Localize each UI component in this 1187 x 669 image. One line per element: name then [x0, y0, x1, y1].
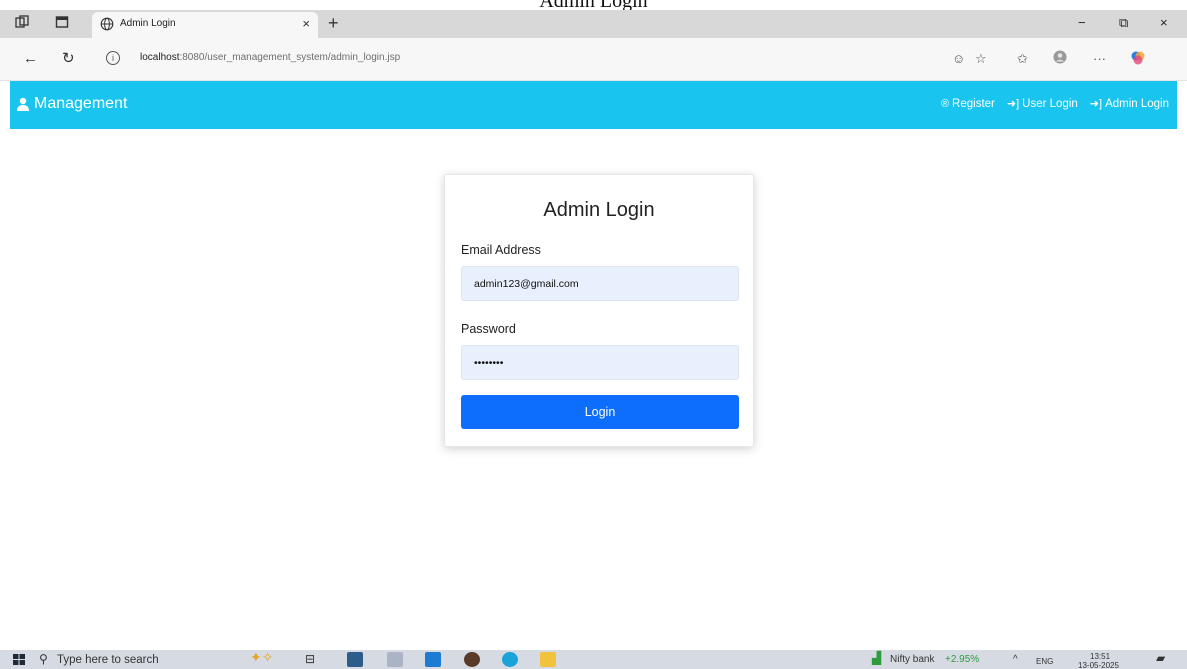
login-button[interactable]: Login: [461, 395, 739, 429]
favorites-icon[interactable]: ✩: [1017, 50, 1028, 68]
nav-user-login-link[interactable]: ➜] User Login: [1007, 96, 1078, 112]
page-content: Admin Login Email Address admin123@gmail…: [10, 129, 1177, 650]
snip-app-icon[interactable]: [387, 652, 403, 667]
clock-date[interactable]: 13-05-2025: [1078, 659, 1119, 669]
brand-text: Management: [34, 95, 128, 112]
nav-register-link[interactable]: ® Register: [941, 96, 995, 112]
app-icon[interactable]: [464, 652, 480, 667]
stock-chart-icon: ▟: [872, 651, 882, 665]
browser-toolbar: ← ↻ i localhost:8080/user_management_sys…: [0, 38, 1187, 81]
task-view-icon[interactable]: ⊟: [305, 653, 315, 666]
caption-text: Admin Login: [0, 0, 1187, 10]
nav-user-login-label: User Login: [1022, 98, 1078, 110]
url-host: localhost: [140, 52, 180, 63]
vscode-icon[interactable]: [425, 652, 441, 667]
password-field[interactable]: ••••••••: [461, 345, 739, 380]
reader-icon[interactable]: ☺: [952, 50, 965, 68]
windows-taskbar: ⚲ Type here to search ✦✧ ⊟ ▟ Nifty bank …: [0, 650, 1187, 669]
workspaces-icon[interactable]: [12, 15, 32, 33]
refresh-icon[interactable]: ↻: [62, 50, 75, 68]
tab-title: Admin Login: [120, 18, 176, 29]
nav-admin-login-label: Admin Login: [1105, 98, 1169, 110]
profile-avatar-icon[interactable]: [1053, 50, 1067, 69]
image-caption: Admin Login: [0, 0, 1187, 10]
user-icon: [17, 97, 29, 111]
copilot-sparkle-icon[interactable]: ✦✧: [250, 650, 273, 664]
globe-icon: [100, 17, 114, 31]
app-navbar: Management ® Register ➜] User Login ➜] A…: [10, 81, 1177, 129]
windows-start-icon[interactable]: [13, 654, 25, 665]
login-card: Admin Login Email Address admin123@gmail…: [444, 174, 754, 447]
file-explorer-icon[interactable]: [540, 652, 556, 667]
taskbar-search-placeholder: Type here to search: [57, 654, 159, 666]
site-info-icon[interactable]: i: [106, 51, 120, 65]
close-window-button[interactable]: ×: [1160, 14, 1168, 32]
address-bar[interactable]: i localhost:8080/user_management_system/…: [100, 45, 1000, 73]
nav-admin-login-link[interactable]: ➜] Admin Login: [1090, 96, 1169, 112]
favorite-star-icon[interactable]: ☆: [975, 50, 987, 68]
url-text: localhost:8080/user_management_system/ad…: [140, 52, 400, 63]
copilot-icon[interactable]: [1130, 50, 1146, 71]
new-tab-button[interactable]: +: [328, 13, 339, 33]
login-card-title: Admin Login: [543, 199, 655, 221]
tray-chevron-icon[interactable]: ^: [1013, 653, 1018, 666]
brand[interactable]: Management: [16, 94, 127, 114]
email-field[interactable]: admin123@gmail.com: [461, 266, 739, 301]
language-indicator[interactable]: ENG: [1036, 655, 1053, 668]
photos-app-icon[interactable]: [347, 652, 363, 667]
tab-actions-icon[interactable]: [52, 15, 72, 33]
tab-close-button[interactable]: ×: [302, 16, 310, 32]
nifty-label[interactable]: Nifty bank: [890, 653, 934, 666]
password-label: Password: [461, 322, 516, 336]
registered-icon: ®: [940, 98, 950, 110]
browser-tab-active[interactable]: Admin Login ×: [92, 12, 318, 38]
restore-button[interactable]: ⧉: [1119, 14, 1128, 32]
nav-links: ® Register ➜] User Login ➜] Admin Login: [941, 96, 1169, 112]
edge-browser-icon[interactable]: [502, 652, 518, 667]
search-icon: ⚲: [39, 652, 48, 666]
sign-in-icon: ➜]: [1006, 98, 1020, 110]
back-arrow-icon[interactable]: ←: [23, 50, 38, 68]
more-menu-icon[interactable]: ···: [1093, 50, 1106, 68]
url-path: :8080/user_management_system/admin_login…: [179, 52, 401, 63]
notifications-icon[interactable]: ▰: [1156, 652, 1165, 665]
nav-register-label: Register: [952, 98, 995, 110]
sign-in-icon: ➜]: [1089, 98, 1103, 110]
screenshot: Admin Login Admin Login × + − ⧉ × ← ↻ i …: [0, 0, 1187, 669]
taskbar-search-box[interactable]: ⚲ Type here to search: [35, 650, 235, 669]
browser-tab-strip: Admin Login × + − ⧉ ×: [0, 10, 1187, 38]
nifty-change: +2.95%: [945, 654, 980, 665]
email-label: Email Address: [461, 243, 541, 257]
minimize-button[interactable]: −: [1078, 14, 1086, 32]
